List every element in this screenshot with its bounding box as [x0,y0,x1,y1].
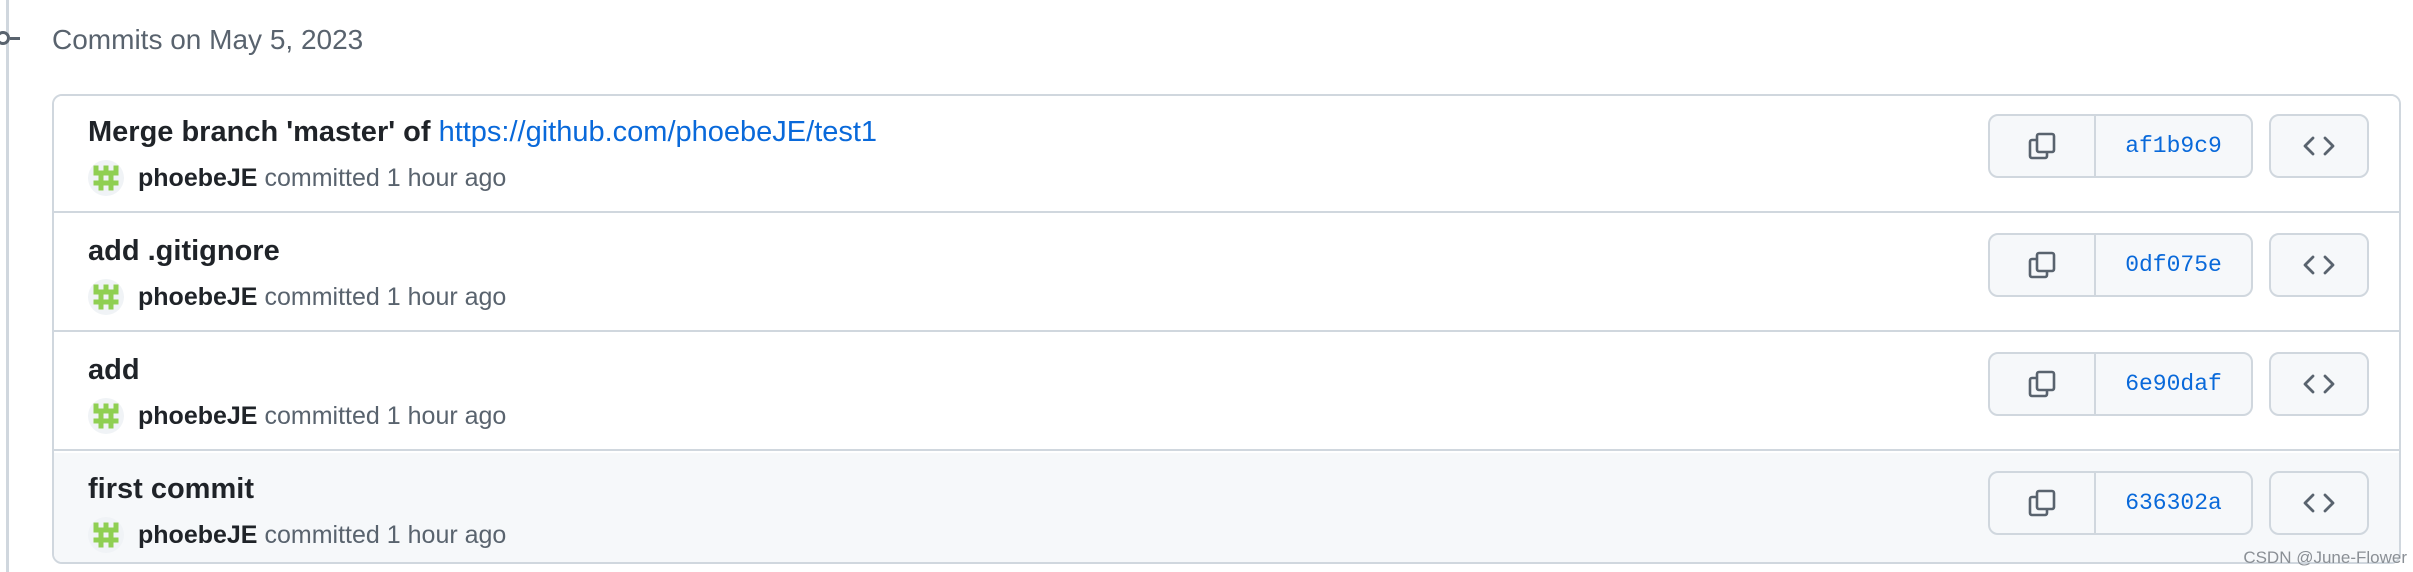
author-link[interactable]: phoebeJE [138,164,257,193]
identicon-avatar[interactable] [88,279,124,315]
commit-time: 1 hour ago [386,520,507,549]
copy-icon [2028,251,2056,279]
commit-meta: phoebeJE committed 1 hour ago [88,517,506,553]
commit-row: add .gitignore phoebeJE committed 1 hour… [54,215,2399,332]
commit-message[interactable]: Merge branch 'master' of [88,116,431,148]
browse-repo-button[interactable] [2269,352,2369,416]
commit-meta: phoebeJE committed 1 hour ago [88,279,506,315]
code-icon [2303,493,2335,513]
commit-message[interactable]: add .gitignore [88,235,280,267]
commit-message[interactable]: first commit [88,473,254,505]
commit-title-link[interactable]: https://github.com/phoebeJE/test1 [439,116,878,148]
commit-sha-group: af1b9c9 [1988,114,2253,178]
identicon-avatar[interactable] [88,160,124,196]
commit-row: first commit phoebeJE committed 1 hour a… [54,453,2399,562]
commit-row: Merge branch 'master' of https://github.c… [54,96,2399,213]
commit-sha-group: 0df075e [1988,233,2253,297]
commit-title[interactable]: first commit [88,471,254,507]
browse-repo-button[interactable] [2269,114,2369,178]
commit-time: 1 hour ago [386,401,507,430]
commit-sha-group: 636302a [1988,471,2253,535]
copy-sha-button[interactable] [1990,116,2096,176]
commit-sha-group: 6e90daf [1988,352,2253,416]
timeline-line [6,0,9,572]
commit-time: 1 hour ago [386,163,507,192]
commit-action: committed [264,401,380,430]
commit-title[interactable]: add [88,352,140,388]
commit-sha-link[interactable]: 636302a [2096,473,2251,533]
copy-icon [2028,132,2056,160]
identicon-avatar[interactable] [88,398,124,434]
commit-action: committed [264,282,380,311]
commit-action: committed [264,520,380,549]
copy-sha-button[interactable] [1990,235,2096,295]
copy-sha-button[interactable] [1990,354,2096,414]
git-commit-icon-tick [10,37,20,40]
commit-message[interactable]: add [88,354,140,386]
commit-action: committed [264,163,380,192]
copy-sha-button[interactable] [1990,473,2096,533]
commit-meta: phoebeJE committed 1 hour ago [88,160,506,196]
code-icon [2303,255,2335,275]
author-link[interactable]: phoebeJE [138,283,257,312]
watermark: CSDN @June-Flower [2243,548,2407,567]
browse-repo-button[interactable] [2269,471,2369,535]
identicon-avatar[interactable] [88,517,124,553]
author-link[interactable]: phoebeJE [138,521,257,550]
copy-icon [2028,489,2056,517]
commit-title[interactable]: Merge branch 'master' of https://github.c… [88,114,877,150]
author-link[interactable]: phoebeJE [138,402,257,431]
commit-list: Merge branch 'master' of https://github.c… [52,94,2401,564]
code-icon [2303,136,2335,156]
copy-icon [2028,370,2056,398]
commit-group-heading: Commits on May 5, 2023 [52,24,364,55]
commit-row: add phoebeJE committed 1 hour ago 6e90da… [54,334,2399,451]
commit-sha-link[interactable]: af1b9c9 [2096,116,2251,176]
commit-sha-link[interactable]: 6e90daf [2096,354,2251,414]
commit-time: 1 hour ago [386,282,507,311]
browse-repo-button[interactable] [2269,233,2369,297]
commit-meta: phoebeJE committed 1 hour ago [88,398,506,434]
code-icon [2303,374,2335,394]
commit-title[interactable]: add .gitignore [88,233,280,269]
commit-sha-link[interactable]: 0df075e [2096,235,2251,295]
